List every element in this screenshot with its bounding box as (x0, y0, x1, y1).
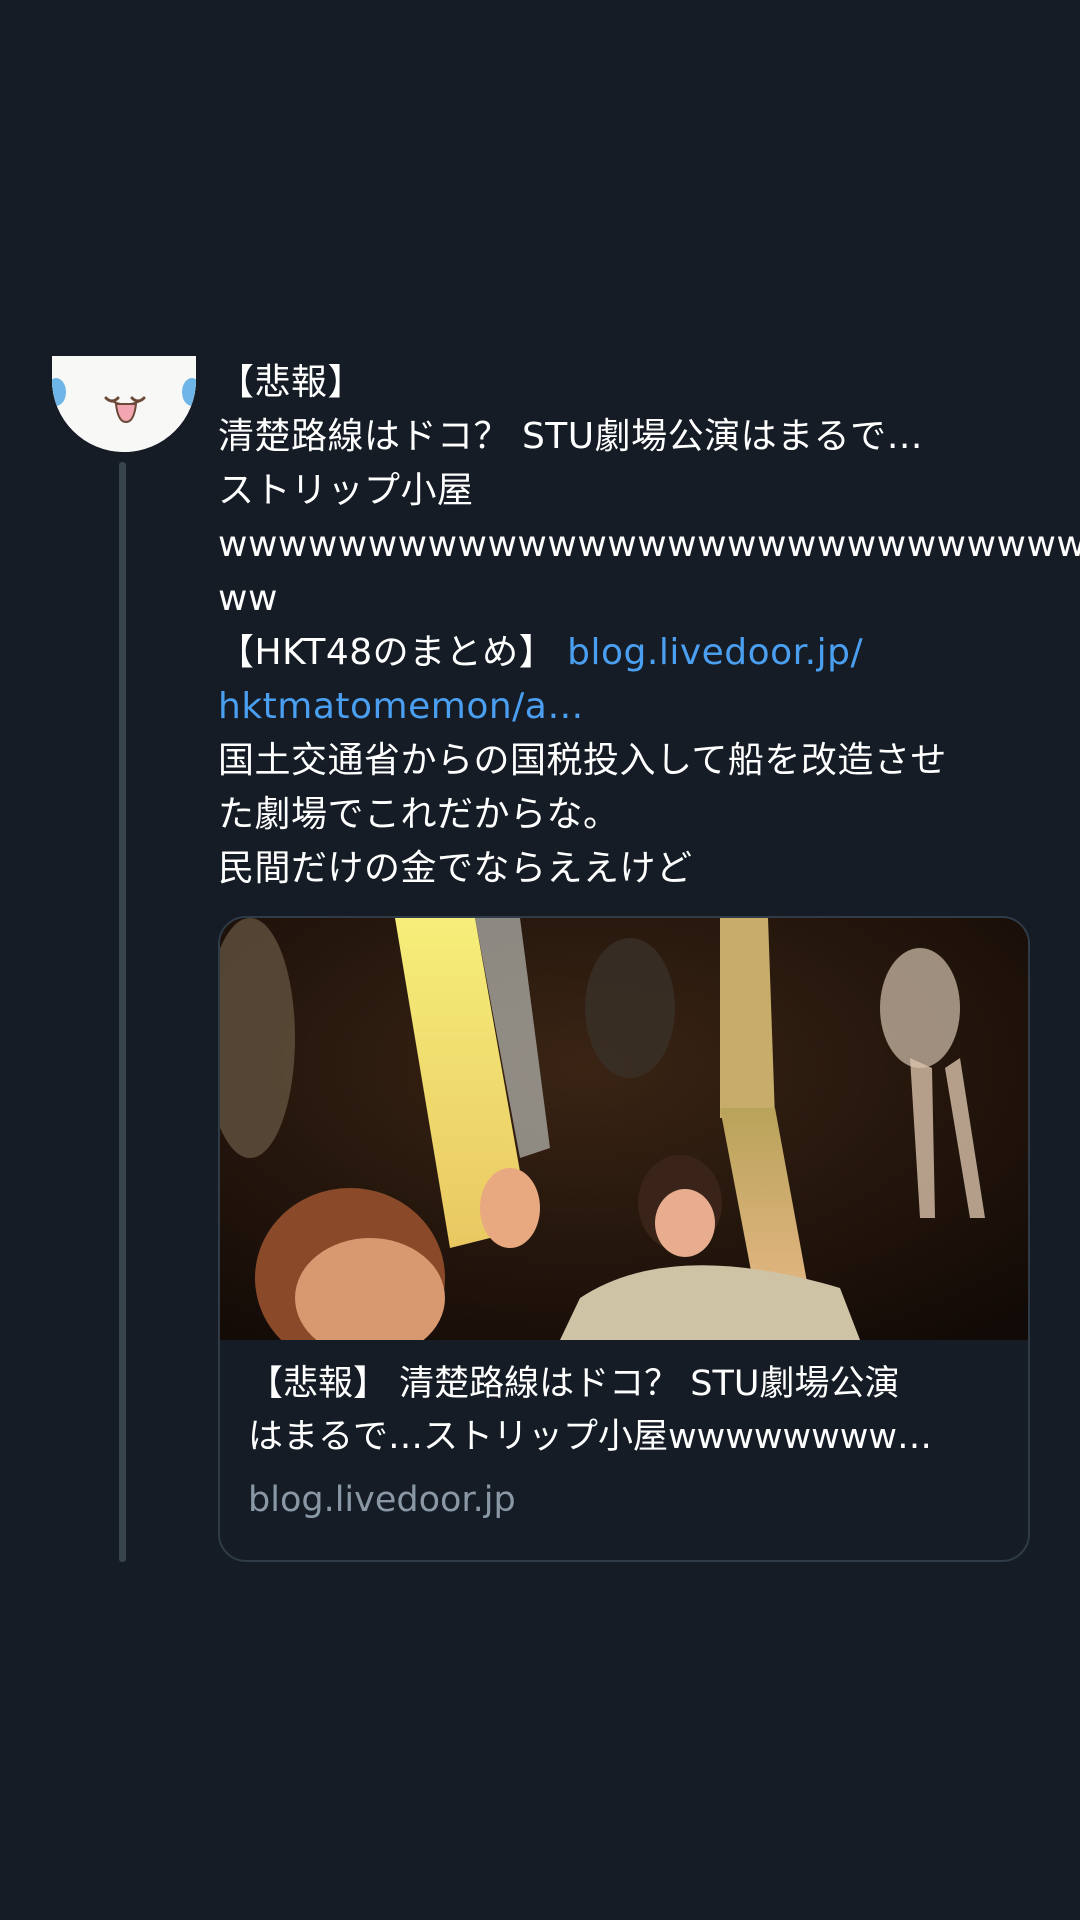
card-domain: blog.livedoor.jp (248, 1480, 516, 1520)
card-photo (220, 918, 1028, 1340)
card-image[interactable] (220, 918, 1028, 1340)
tweet-line: ストリップ小屋 (218, 470, 474, 511)
tweet-line: wwwwwwwwwwwwwwwwwwwwwwwwwwwwww (218, 524, 1080, 565)
tweet-comment-line: た劇場でこれだからな。 (218, 794, 620, 835)
tweet-text: 【悲報】 清楚路線はドコ？ STU劇場公演はまるで… ストリップ小屋 wwwww… (218, 356, 1080, 896)
card-title-line: はまるで…ストリップ小屋wwwwwwww… (248, 1417, 933, 1457)
tweet-comment-line: 民間だけの金でならええけど (218, 848, 693, 889)
tweet-body: 【悲報】 清楚路線はドコ？ STU劇場公演はまるで… ストリップ小屋 wwwww… (218, 356, 1080, 896)
tweet-line: 【悲報】 (218, 362, 365, 403)
tweet-line: ww (218, 578, 278, 619)
tweet-line: 清楚路線はドコ？ STU劇場公演はまるで… (218, 416, 924, 457)
card-title-line: 【悲報】 清楚路線はドコ？ STU劇場公演 (248, 1364, 900, 1404)
tweet-link-continuation[interactable]: hktmatomemon/a… (218, 686, 584, 727)
card-title: 【悲報】 清楚路線はドコ？ STU劇場公演 はまるで…ストリップ小屋wwwwww… (248, 1358, 1008, 1464)
tweet-link-line: 【HKT48のまとめ】 blog.livedoor.jp/ (218, 626, 1018, 680)
tweet-comment-line: 国土交通省からの国税投入して船を改造させ (218, 740, 947, 781)
card-meta: 【悲報】 清楚路線はドコ？ STU劇場公演 はまるで…ストリップ小屋wwwwww… (248, 1358, 1008, 1526)
avatar[interactable] (52, 356, 196, 452)
avatar-face-icon (52, 356, 196, 452)
tweet-tag: 【HKT48のまとめ】 (218, 632, 568, 673)
link-preview-card[interactable]: 【悲報】 清楚路線はドコ？ STU劇場公演 はまるで…ストリップ小屋wwwwww… (218, 916, 1030, 1562)
tweet-link[interactable]: blog.livedoor.jp/ (567, 632, 863, 673)
thread-line (119, 462, 126, 1562)
tweet-link-line: hktmatomemon/a… (218, 680, 1018, 734)
tweet: 【悲報】 清楚路線はドコ？ STU劇場公演はまるで… ストリップ小屋 wwwww… (0, 0, 1080, 1920)
